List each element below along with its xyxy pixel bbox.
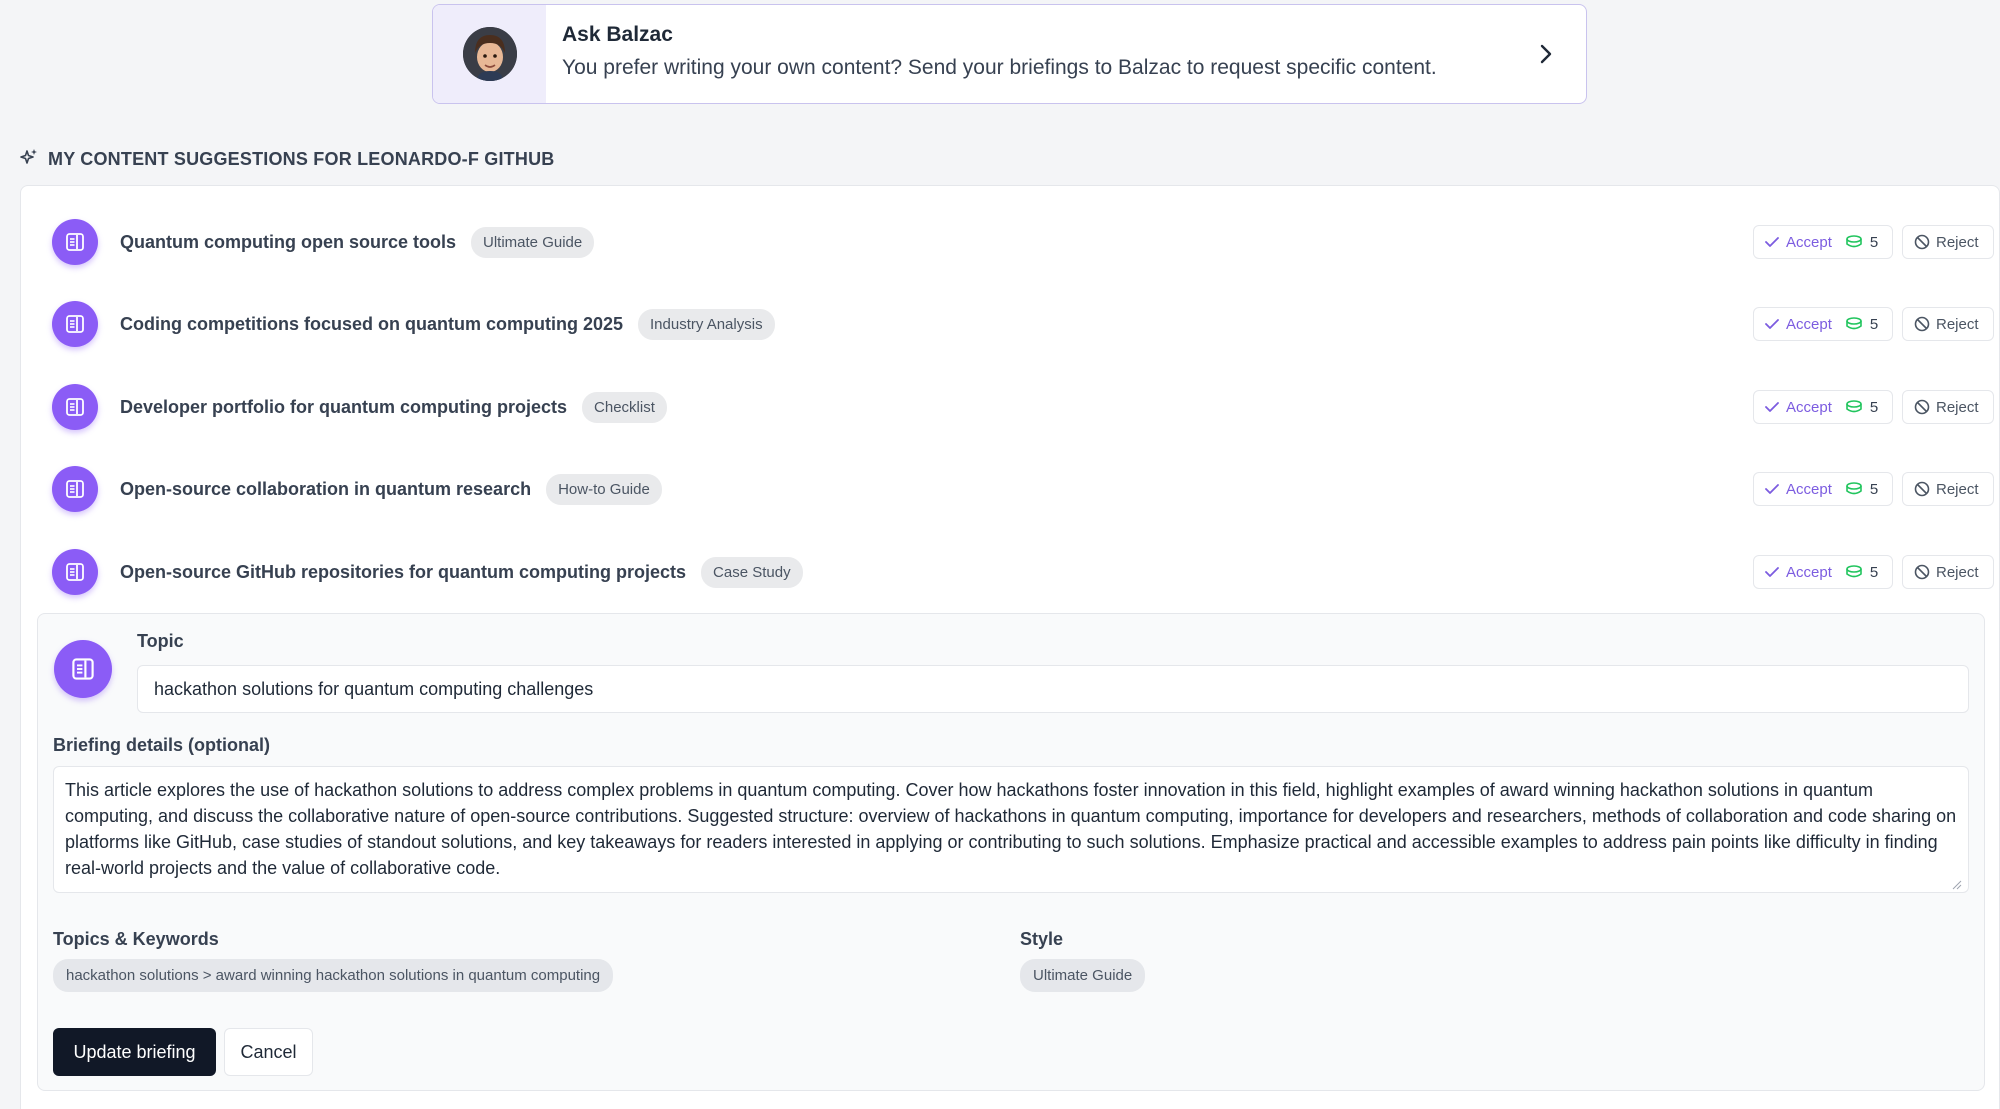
check-icon <box>1765 567 1779 577</box>
avatar-container <box>433 5 546 103</box>
suggestion-title[interactable]: Open-source GitHub repositories for quan… <box>120 562 686 583</box>
topic-label: Topic <box>137 631 184 651</box>
cancel-button[interactable]: Cancel <box>224 1028 313 1076</box>
reject-label: Reject <box>1936 398 1979 416</box>
suggestions-card: Quantum computing open source tools Ulti… <box>20 185 2000 1109</box>
content-type-tag: Industry Analysis <box>638 308 775 340</box>
content-type-tag: Checklist <box>582 391 667 423</box>
accept-button[interactable]: Accept 5 <box>1753 555 1893 589</box>
banner-title: Ask Balzac <box>562 23 673 46</box>
reject-button[interactable]: Reject <box>1902 472 1994 506</box>
content-type-tag: Case Study <box>701 556 803 588</box>
briefing-editor: Topic Briefing details (optional) This a… <box>37 613 1985 1091</box>
credit-count: 5 <box>1869 563 1879 581</box>
accept-label: Accept <box>1786 315 1832 333</box>
reject-button[interactable]: Reject <box>1902 555 1994 589</box>
accept-label: Accept <box>1786 398 1832 416</box>
suggestion-row: Coding competitions focused on quantum c… <box>52 294 1994 354</box>
coins-icon <box>1846 565 1862 578</box>
reject-label: Reject <box>1936 480 1979 498</box>
section-heading: MY CONTENT SUGGESTIONS FOR LEONARDO-F GI… <box>20 148 554 171</box>
suggestion-title[interactable]: Quantum computing open source tools <box>120 232 456 253</box>
document-icon <box>52 549 98 595</box>
suggestion-title[interactable]: Developer portfolio for quantum computin… <box>120 397 567 418</box>
topic-input[interactable] <box>137 665 1969 713</box>
check-icon <box>1765 402 1779 412</box>
document-icon <box>52 301 98 347</box>
credit-count: 5 <box>1869 480 1879 498</box>
content-type-tag: Ultimate Guide <box>471 226 595 258</box>
reject-button[interactable]: Reject <box>1902 225 1994 259</box>
accept-button[interactable]: Accept 5 <box>1753 472 1893 506</box>
check-icon <box>1765 237 1779 247</box>
briefing-textarea[interactable]: This article explores the use of hackath… <box>53 766 1969 893</box>
document-icon <box>54 640 112 698</box>
keyword-chip: hackathon solutions > award winning hack… <box>53 959 614 992</box>
reject-button[interactable]: Reject <box>1902 390 1994 424</box>
ask-balzac-banner[interactable]: Ask Balzac You prefer writing your own c… <box>432 4 1587 104</box>
accept-button[interactable]: Accept 5 <box>1753 307 1893 341</box>
reject-label: Reject <box>1936 315 1979 333</box>
reject-button[interactable]: Reject <box>1902 307 1994 341</box>
document-icon <box>52 219 98 265</box>
chevron-right-icon[interactable] <box>1506 5 1586 103</box>
coins-icon <box>1846 400 1862 413</box>
accept-button[interactable]: Accept 5 <box>1753 390 1893 424</box>
keywords-label: Topics & Keywords <box>53 929 219 949</box>
coins-icon <box>1846 317 1862 330</box>
banner-description: You prefer writing your own content? Sen… <box>562 56 1437 79</box>
ban-icon <box>1914 399 1930 415</box>
credit-count: 5 <box>1869 398 1879 416</box>
ban-icon <box>1914 316 1930 332</box>
credit-count: 5 <box>1869 315 1879 333</box>
update-briefing-button[interactable]: Update briefing <box>53 1028 216 1076</box>
section-heading-text: MY CONTENT SUGGESTIONS FOR LEONARDO-F GI… <box>48 149 555 169</box>
check-icon <box>1765 319 1779 329</box>
credit-count: 5 <box>1869 233 1879 251</box>
ban-icon <box>1914 481 1930 497</box>
coins-icon <box>1846 482 1862 495</box>
accept-button[interactable]: Accept 5 <box>1753 225 1893 259</box>
document-icon <box>52 466 98 512</box>
reject-label: Reject <box>1936 563 1979 581</box>
check-icon <box>1765 484 1779 494</box>
suggestion-title[interactable]: Coding competitions focused on quantum c… <box>120 314 623 335</box>
suggestion-row: Open-source collaboration in quantum res… <box>52 459 1994 519</box>
coins-icon <box>1846 235 1862 248</box>
briefing-label: Briefing details (optional) <box>53 735 271 755</box>
sparkles-icon <box>20 148 38 171</box>
ban-icon <box>1914 234 1930 250</box>
suggestion-title[interactable]: Open-source collaboration in quantum res… <box>120 479 531 500</box>
suggestion-row: Quantum computing open source tools Ulti… <box>52 212 1994 272</box>
resize-handle-icon[interactable] <box>1952 880 1962 890</box>
accept-label: Accept <box>1786 563 1832 581</box>
suggestion-row: Open-source GitHub repositories for quan… <box>52 542 1994 602</box>
suggestion-row: Developer portfolio for quantum computin… <box>52 377 1994 437</box>
style-chip: Ultimate Guide <box>1020 959 1146 992</box>
content-type-tag: How-to Guide <box>546 473 662 505</box>
reject-label: Reject <box>1936 233 1979 251</box>
balzac-avatar <box>462 27 517 81</box>
ban-icon <box>1914 564 1930 580</box>
accept-label: Accept <box>1786 480 1832 498</box>
style-label: Style <box>1020 929 1064 949</box>
accept-label: Accept <box>1786 233 1832 251</box>
document-icon <box>52 384 98 430</box>
